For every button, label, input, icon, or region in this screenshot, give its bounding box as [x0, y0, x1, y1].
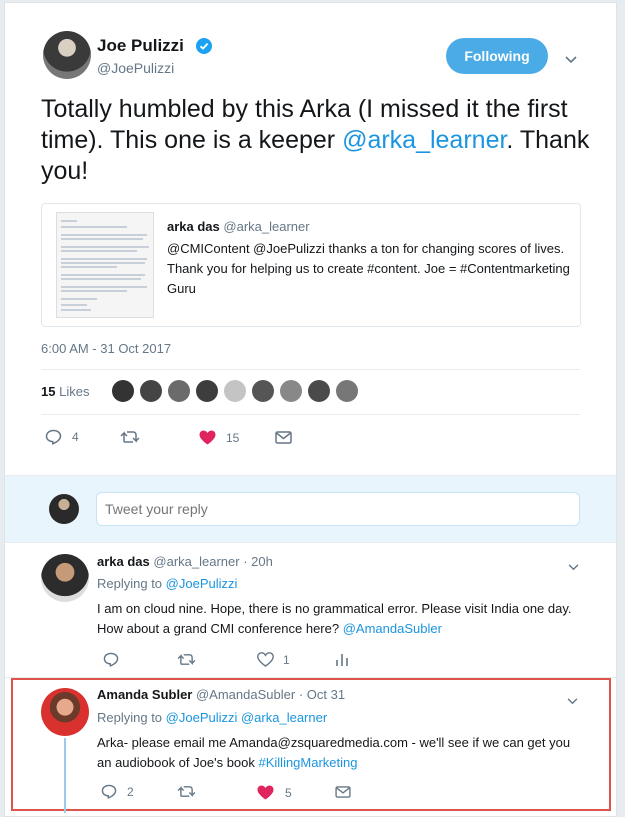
reply-text-link[interactable]: @AmandaSubler [343, 621, 442, 636]
reply-action[interactable]: 2 [101, 784, 134, 799]
liker-avatar[interactable] [112, 380, 134, 402]
replying-to-label: Replying to [97, 710, 166, 725]
like-action[interactable]: 1 [257, 652, 290, 667]
likes-stat[interactable]: 15 Likes [41, 384, 89, 399]
chevron-down-icon[interactable] [567, 692, 578, 710]
heart-outline-icon [257, 652, 274, 667]
verified-badge-icon [196, 38, 212, 54]
message-action[interactable] [275, 431, 292, 444]
reply-text-link[interactable]: #KillingMarketing [259, 755, 358, 770]
retweet-icon [177, 786, 196, 797]
replying-to: Replying to @JoePulizzi @arka_learner [97, 710, 327, 725]
tweet-card: Joe Pulizzi @JoePulizzi Following Totall… [4, 2, 617, 817]
reply-author-avatar[interactable] [41, 688, 89, 736]
reply-icon [103, 652, 119, 667]
reply-author-avatar[interactable] [41, 554, 89, 602]
liker-avatar[interactable] [224, 380, 246, 402]
reply-count: 4 [72, 430, 79, 444]
likes-count: 15 [41, 384, 56, 399]
message-action[interactable] [335, 786, 351, 798]
reply-composer [5, 475, 616, 543]
reply-header: Amanda Subler @AmandaSubler · Oct 31 [97, 687, 345, 702]
quoted-tweet[interactable]: arka das @arka_learner @CMIContent @JoeP… [41, 203, 581, 327]
reply-count: 2 [127, 784, 134, 799]
tweet-mention-link[interactable]: @arka_learner [342, 126, 506, 154]
reply-text: Arka- please email me Amanda@zsquaredmed… [97, 733, 577, 773]
reply-author-handle[interactable]: @AmandaSubler [196, 687, 295, 702]
following-button[interactable]: Following [446, 38, 548, 74]
like-count: 5 [285, 785, 292, 800]
divider [41, 414, 580, 415]
liker-avatar[interactable] [308, 380, 330, 402]
reply-author-handle[interactable]: @arka_learner [153, 554, 239, 569]
divider [41, 369, 580, 370]
like-count: 15 [226, 430, 240, 445]
chevron-down-icon[interactable] [565, 51, 577, 69]
envelope-icon [275, 431, 292, 444]
analytics-action[interactable] [335, 652, 349, 667]
replying-to-link[interactable]: @JoePulizzi [166, 576, 238, 591]
quoted-tweet-header: arka das @arka_learner [167, 219, 310, 234]
liker-avatars [112, 380, 362, 404]
like-action[interactable]: 15 [199, 430, 239, 445]
quoted-author-name[interactable]: arka das [167, 219, 220, 234]
retweet-action[interactable] [177, 784, 196, 799]
retweet-icon [177, 654, 196, 665]
author-handle[interactable]: @JoePulizzi [97, 60, 174, 76]
chevron-down-icon[interactable] [568, 558, 579, 576]
reply-action[interactable] [103, 652, 119, 667]
author-name[interactable]: Joe Pulizzi [97, 36, 184, 56]
reply-time[interactable]: · 20h [243, 554, 273, 569]
reply-tweet[interactable]: arka das @arka_learner · 20h Replying to… [5, 544, 616, 676]
liker-avatar[interactable] [140, 380, 162, 402]
replying-to-link[interactable]: @JoePulizzi @arka_learner [166, 710, 328, 725]
reply-action[interactable]: 4 [45, 429, 79, 445]
thread-line [64, 738, 66, 813]
quoted-author-handle[interactable]: @arka_learner [223, 219, 309, 234]
replying-to: Replying to @JoePulizzi [97, 576, 237, 591]
reply-text: I am on cloud nine. Hope, there is no gr… [97, 599, 577, 639]
reply-input[interactable] [96, 492, 580, 526]
reply-author-name[interactable]: arka das [97, 554, 150, 569]
heart-icon [199, 430, 216, 445]
reply-text-body: I am on cloud nine. Hope, there is no gr… [97, 601, 572, 636]
likes-label: Likes [59, 384, 90, 399]
envelope-icon [335, 786, 351, 798]
like-count: 1 [283, 652, 290, 667]
reply-time[interactable]: · Oct 31 [299, 687, 345, 702]
liker-avatar[interactable] [196, 380, 218, 402]
reply-author-name[interactable]: Amanda Subler [97, 687, 192, 702]
heart-icon [257, 785, 274, 800]
retweet-icon [120, 431, 140, 443]
reply-header: arka das @arka_learner · 20h [97, 554, 273, 569]
liker-avatar[interactable] [280, 380, 302, 402]
like-action[interactable]: 5 [257, 785, 292, 800]
tweet-timestamp[interactable]: 6:00 AM - 31 Oct 2017 [41, 341, 171, 356]
retweet-action[interactable] [120, 429, 140, 445]
current-user-avatar[interactable] [49, 494, 79, 524]
quoted-tweet-text: @CMIContent @JoePulizzi thanks a ton for… [167, 241, 570, 296]
highlighted-reply-tweet[interactable]: Amanda Subler @AmandaSubler · Oct 31 Rep… [11, 678, 611, 813]
liker-avatar[interactable] [336, 380, 358, 402]
analytics-icon [336, 654, 348, 666]
liker-avatar[interactable] [252, 380, 274, 402]
quoted-tweet-image [56, 212, 154, 318]
retweet-action[interactable] [177, 652, 196, 667]
author-avatar[interactable] [43, 31, 91, 79]
replying-to-label: Replying to [97, 576, 166, 591]
reply-icon [101, 784, 117, 799]
reply-icon [45, 429, 62, 445]
liker-avatar[interactable] [168, 380, 190, 402]
tweet-text: Totally humbled by this Arka (I missed i… [41, 94, 596, 187]
